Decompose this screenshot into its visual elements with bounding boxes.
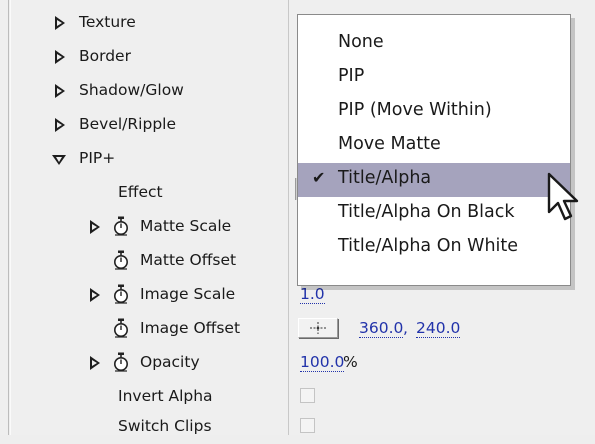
property-row-opacity[interactable]: Opacity 100.0 % — [0, 346, 595, 380]
menu-item-none[interactable]: None — [298, 27, 570, 61]
triangle-right-icon[interactable] — [90, 288, 100, 302]
menu-item-pip[interactable]: PIP — [298, 61, 570, 95]
triangle-right-icon[interactable] — [55, 84, 65, 98]
property-label: Switch Clips — [118, 417, 212, 435]
property-label: Image Scale — [140, 285, 236, 303]
point-picker-button[interactable] — [298, 318, 338, 338]
menu-item-label: PIP — [338, 66, 365, 86]
triangle-down-icon[interactable] — [52, 155, 66, 165]
triangle-right-icon[interactable] — [90, 356, 100, 370]
property-row-image-offset[interactable]: Image Offset 360.0 , 240.0 — [0, 312, 595, 346]
effect-dropdown-menu[interactable]: None PIP PIP (Move Within) Move Matte ✔ … — [297, 14, 571, 286]
switch-clips-checkbox[interactable] — [300, 418, 315, 433]
menu-item-title-alpha-on-black[interactable]: Title/Alpha On Black — [298, 197, 570, 231]
property-row-switch-clips[interactable]: Switch Clips — [0, 410, 595, 444]
value-separator: , — [403, 319, 408, 337]
property-label: Matte Offset — [140, 251, 237, 269]
checkmark-icon: ✔ — [312, 168, 326, 187]
menu-item-title-alpha-on-white[interactable]: Title/Alpha On White — [298, 231, 570, 265]
triangle-right-icon[interactable] — [55, 118, 65, 132]
property-label: Matte Scale — [140, 217, 232, 235]
menu-item-label: None — [338, 32, 384, 52]
property-row-invert-alpha[interactable]: Invert Alpha — [0, 380, 595, 414]
effect-controls-panel: Texture Border Shadow/Glow Bevel/Ripple … — [0, 0, 595, 435]
opacity-value[interactable]: 100.0 — [300, 353, 345, 372]
stopwatch-icon[interactable] — [113, 216, 129, 236]
property-label: PIP+ — [79, 149, 116, 167]
property-label: Border — [79, 47, 131, 65]
menu-item-title-alpha[interactable]: ✔ Title/Alpha — [298, 163, 570, 197]
property-label: Shadow/Glow — [79, 81, 184, 99]
arrow-cursor-icon — [547, 172, 579, 221]
menu-item-label: Move Matte — [338, 134, 441, 154]
property-label: Texture — [79, 13, 136, 31]
triangle-right-icon[interactable] — [90, 220, 100, 234]
menu-item-label: Title/Alpha On Black — [338, 202, 515, 222]
image-offset-y-value[interactable]: 240.0 — [416, 319, 461, 338]
stopwatch-icon[interactable] — [113, 250, 129, 270]
menu-item-pip-move-within[interactable]: PIP (Move Within) — [298, 95, 570, 129]
property-label: Effect — [118, 183, 163, 201]
stopwatch-icon[interactable] — [113, 284, 129, 304]
property-label: Bevel/Ripple — [79, 115, 177, 133]
menu-item-label: Title/Alpha On White — [338, 236, 519, 256]
image-scale-value[interactable]: 1.0 — [300, 285, 325, 304]
menu-item-move-matte[interactable]: Move Matte — [298, 129, 570, 163]
stopwatch-icon[interactable] — [113, 318, 129, 338]
invert-alpha-checkbox[interactable] — [300, 388, 315, 403]
property-label: Invert Alpha — [118, 387, 213, 405]
crosshair-icon — [310, 322, 326, 334]
triangle-right-icon[interactable] — [55, 50, 65, 64]
property-label: Image Offset — [140, 319, 241, 337]
property-label: Opacity — [140, 353, 200, 371]
opacity-unit: % — [343, 353, 358, 371]
menu-item-label: PIP (Move Within) — [338, 100, 492, 120]
stopwatch-icon[interactable] — [113, 352, 129, 372]
menu-item-label: Title/Alpha — [338, 168, 432, 188]
triangle-right-icon[interactable] — [55, 16, 65, 30]
image-offset-x-value[interactable]: 360.0 — [359, 319, 404, 338]
